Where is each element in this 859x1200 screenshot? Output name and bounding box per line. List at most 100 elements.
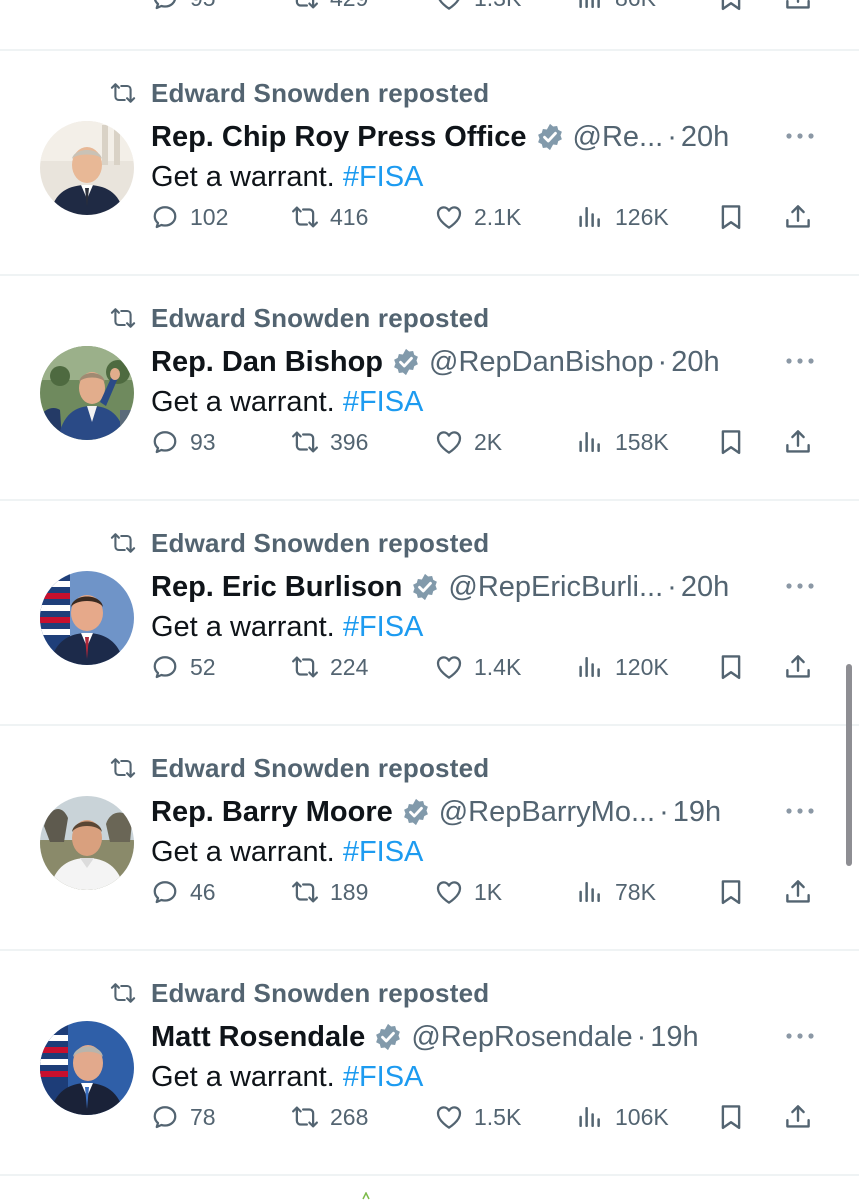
tweet-text: Get a warrant. #FISA <box>151 386 423 419</box>
share-button[interactable] <box>783 416 813 468</box>
views-button[interactable]: 158K <box>575 416 669 468</box>
hashtag-link[interactable]: #FISA <box>343 386 424 418</box>
user-handle[interactable]: @RepDanBishop <box>429 346 654 379</box>
user-handle[interactable]: @Re... <box>573 121 664 154</box>
like-button[interactable]: 2.1K <box>434 191 521 243</box>
timestamp[interactable]: 20h <box>681 571 729 604</box>
like-count: 1.3K <box>474 0 521 12</box>
repost-button[interactable]: 268 <box>290 1091 368 1143</box>
share-button[interactable] <box>783 866 813 918</box>
display-name[interactable]: Rep. Chip Roy Press Office <box>151 121 527 154</box>
verified-badge-icon <box>535 122 565 152</box>
like-button[interactable]: 1K <box>434 866 502 918</box>
repost-icon <box>107 979 139 1007</box>
reply-button[interactable]: 102 <box>150 191 228 243</box>
repost-icon <box>290 202 320 232</box>
user-handle[interactable]: @RepBarryMo... <box>439 796 655 829</box>
bookmark-icon <box>716 877 746 907</box>
display-name[interactable]: Rep. Barry Moore <box>151 796 393 829</box>
tweet-header: Rep. Dan Bishop @RepDanBishop · 20h <box>151 340 829 384</box>
bookmark-button[interactable] <box>716 416 746 468</box>
timestamp[interactable]: 19h <box>673 796 721 829</box>
scrollbar[interactable] <box>846 664 852 866</box>
verified-badge-icon <box>410 572 440 602</box>
bookmark-button[interactable] <box>716 191 746 243</box>
tweet[interactable]: Edward Snowden reposted Rep. Dan Bishop <box>0 276 859 501</box>
timestamp[interactable]: 20h <box>681 121 729 154</box>
bookmark-button[interactable] <box>716 641 746 693</box>
more-icon[interactable] <box>783 346 817 376</box>
views-button[interactable]: 78K <box>575 866 656 918</box>
repost-button[interactable]: 416 <box>290 191 368 243</box>
views-button[interactable]: 126K <box>575 191 669 243</box>
hashtag-link[interactable]: #FISA <box>343 1061 424 1093</box>
share-icon <box>783 427 813 457</box>
bookmark-button[interactable] <box>716 866 746 918</box>
reply-button[interactable]: 95 <box>150 0 216 24</box>
like-icon <box>434 1102 464 1132</box>
display-name[interactable]: Rep. Dan Bishop <box>151 346 383 379</box>
bookmark-button[interactable] <box>716 0 746 24</box>
reply-button[interactable]: 93 <box>150 416 216 468</box>
repost-button[interactable]: 189 <box>290 866 368 918</box>
like-button[interactable]: 1.3K <box>434 0 521 24</box>
hashtag-link[interactable]: #FISA <box>343 611 424 643</box>
tweet[interactable]: Edward Snowden reposted Matt Rosendale @… <box>0 951 859 1176</box>
reply-icon <box>150 0 180 13</box>
reply-icon <box>150 427 180 457</box>
timestamp[interactable]: 20h <box>671 346 719 379</box>
repost-count: 396 <box>330 428 369 455</box>
tweet[interactable]: Edward Snowden reposted Rep. Chip Roy Pr… <box>0 51 859 276</box>
hashtag-link[interactable]: #FISA <box>343 836 424 868</box>
display-name[interactable]: Rep. Eric Burlison <box>151 571 402 604</box>
more-icon[interactable] <box>783 796 817 826</box>
share-icon <box>783 1102 813 1132</box>
like-count: 1.5K <box>474 1103 522 1130</box>
repost-context[interactable]: Edward Snowden reposted <box>107 975 489 1011</box>
like-icon <box>434 877 464 907</box>
tweet[interactable]: Edward Snowden reposted Rep. Barry Moore… <box>0 726 859 951</box>
repost-context[interactable]: Edward Snowden reposted <box>107 525 489 561</box>
repost-context[interactable]: Edward Snowden reposted <box>107 750 489 786</box>
tweet[interactable]: Edward Snowden reposted Rep. Eric Burlis… <box>0 501 859 726</box>
like-count: 2K <box>474 428 503 455</box>
tweet-text: Get a warrant. #FISA <box>151 836 423 869</box>
next-tweet-peek-icon <box>362 1192 370 1200</box>
hashtag-link[interactable]: #FISA <box>343 161 424 193</box>
repost-count: 224 <box>330 653 369 680</box>
repost-label: Edward Snowden reposted <box>151 77 490 108</box>
like-button[interactable]: 1.4K <box>434 641 521 693</box>
more-icon[interactable] <box>783 571 817 601</box>
repost-button[interactable]: 429 <box>290 0 368 24</box>
dot-separator: · <box>659 795 669 828</box>
reply-button[interactable]: 52 <box>150 641 216 693</box>
repost-button[interactable]: 396 <box>290 416 368 468</box>
share-button[interactable] <box>783 191 813 243</box>
repost-context[interactable]: Edward Snowden reposted <box>107 300 489 336</box>
views-button[interactable]: 120K <box>575 641 669 693</box>
reply-count: 95 <box>190 0 216 12</box>
tweet-text: Get a warrant. #FISA <box>151 161 423 194</box>
reply-button[interactable]: 46 <box>150 866 216 918</box>
like-count: 1K <box>474 878 503 905</box>
repost-context[interactable]: Edward Snowden reposted <box>107 75 489 111</box>
tweet-text-content: Get a warrant. <box>151 161 335 193</box>
share-button[interactable] <box>783 1091 813 1143</box>
views-button[interactable]: 106K <box>575 1091 669 1143</box>
repost-button[interactable]: 224 <box>290 641 368 693</box>
reply-button[interactable]: 78 <box>150 1091 216 1143</box>
more-icon[interactable] <box>783 121 817 151</box>
share-button[interactable] <box>783 641 813 693</box>
more-icon[interactable] <box>783 1021 817 1051</box>
bookmark-button[interactable] <box>716 1091 746 1143</box>
user-handle[interactable]: @RepRosendale <box>411 1021 632 1054</box>
share-button[interactable] <box>783 0 813 24</box>
tweet-text: Get a warrant. #FISA <box>151 1061 423 1094</box>
like-button[interactable]: 1.5K <box>434 1091 521 1143</box>
user-handle[interactable]: @RepEricBurli... <box>448 571 663 604</box>
timestamp[interactable]: 19h <box>650 1021 698 1054</box>
views-button[interactable]: 86K <box>575 0 656 24</box>
display-name[interactable]: Matt Rosendale <box>151 1021 365 1054</box>
view-count: 106K <box>615 1103 669 1130</box>
like-button[interactable]: 2K <box>434 416 502 468</box>
